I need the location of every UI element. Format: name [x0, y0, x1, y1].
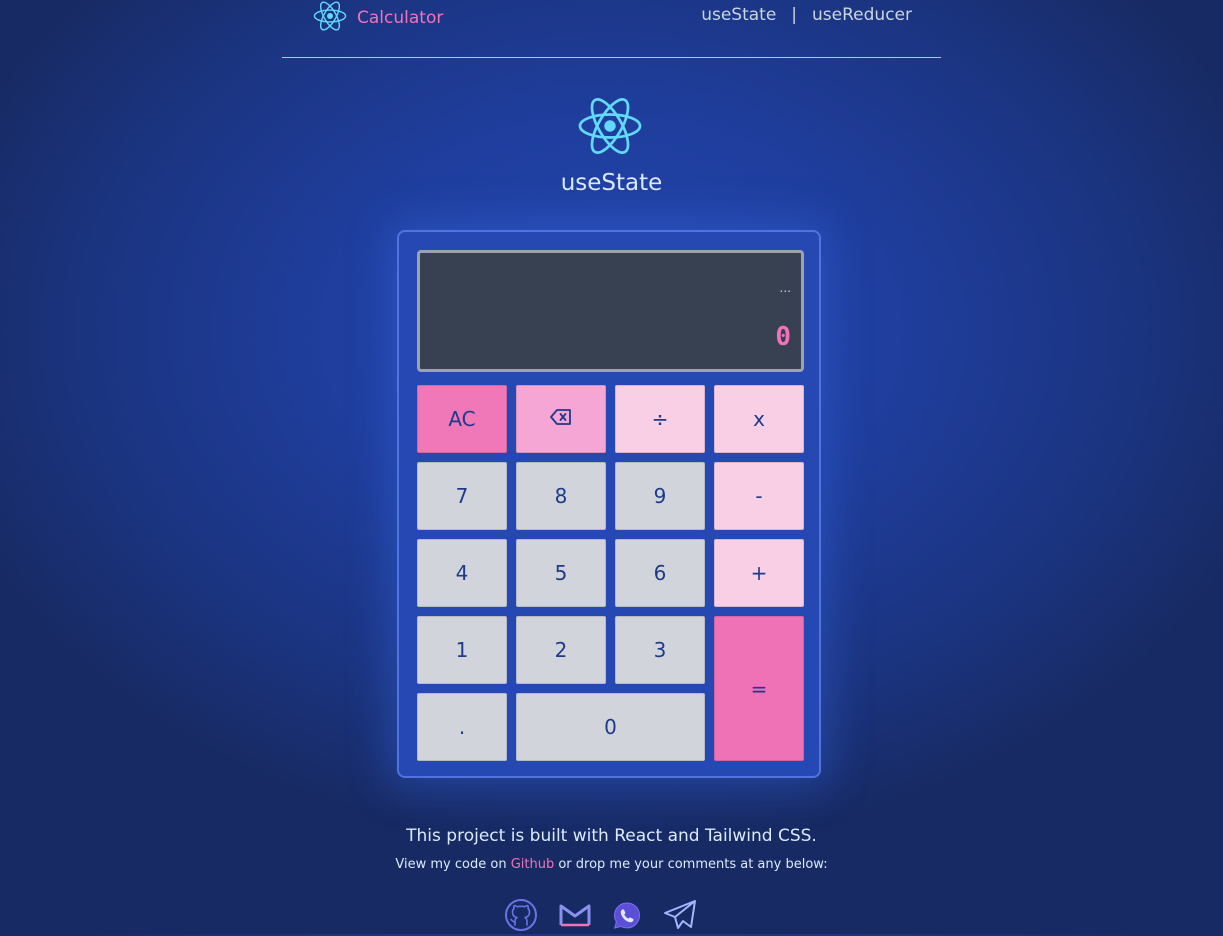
- minus-button[interactable]: -: [714, 462, 804, 530]
- footer-text-suffix: or drop me your comments at any below:: [554, 857, 828, 872]
- digit-6-button[interactable]: 6: [615, 539, 705, 607]
- digit-2-button[interactable]: 2: [516, 616, 606, 684]
- react-logo-icon: [313, 0, 347, 36]
- digit-8-button[interactable]: 8: [516, 462, 606, 530]
- page-title: useState: [560, 170, 663, 196]
- footer-text-prefix: View my code on: [395, 857, 511, 872]
- github-link[interactable]: Github: [511, 857, 555, 872]
- all-clear-button[interactable]: AC: [417, 385, 507, 453]
- brand-label[interactable]: Calculator: [357, 8, 443, 28]
- nav-links: useState | useReducer: [701, 5, 912, 25]
- digit-9-button[interactable]: 9: [615, 462, 705, 530]
- react-logo-icon: [577, 96, 643, 156]
- github-icon[interactable]: [504, 898, 538, 932]
- digit-7-button[interactable]: 7: [417, 462, 507, 530]
- digit-1-button[interactable]: 1: [417, 616, 507, 684]
- current-operand: 0: [775, 322, 791, 352]
- whatsapp-icon[interactable]: [611, 900, 643, 932]
- divide-button[interactable]: ÷: [615, 385, 705, 453]
- footer-line-1: This project is built with React and Tai…: [406, 826, 817, 846]
- delete-button[interactable]: [516, 385, 606, 453]
- footer-line-2: View my code on Github or drop me your c…: [0, 857, 1223, 872]
- nav-link-usereducer[interactable]: useReducer: [812, 5, 912, 25]
- social-links: [503, 896, 703, 934]
- equals-button[interactable]: =: [714, 616, 804, 761]
- top-navbar: Calculator useState | useReducer: [282, 0, 941, 58]
- multiply-button[interactable]: x: [714, 385, 804, 453]
- digit-0-button[interactable]: 0: [516, 693, 705, 761]
- digit-3-button[interactable]: 3: [615, 616, 705, 684]
- telegram-icon[interactable]: [662, 898, 698, 932]
- calculator: ... 0 AC ÷ x 7 8 9 - 4 5 6 + 1 2 3 = . 0: [397, 230, 821, 778]
- nav-separator: |: [791, 5, 798, 25]
- previous-operand: ...: [779, 281, 791, 295]
- plus-button[interactable]: +: [714, 539, 804, 607]
- calculator-display: ... 0: [417, 250, 804, 372]
- digit-5-button[interactable]: 5: [516, 539, 606, 607]
- backspace-icon: [549, 407, 573, 432]
- brand[interactable]: Calculator: [313, 0, 443, 36]
- nav-link-usestate[interactable]: useState: [701, 5, 776, 25]
- digit-4-button[interactable]: 4: [417, 539, 507, 607]
- decimal-button[interactable]: .: [417, 693, 507, 761]
- gmail-icon[interactable]: [558, 901, 592, 929]
